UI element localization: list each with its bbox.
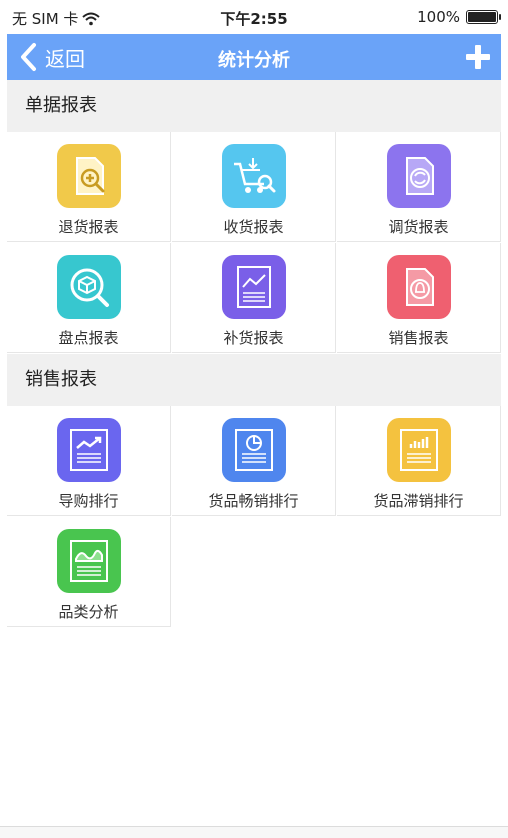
section-title: 销售报表 [25,369,97,390]
category-analysis-label: 品类分析 [58,603,119,621]
restock-report-icon [222,255,286,319]
guide-ranking-button[interactable]: 导购排行 [7,406,171,516]
receiving-report-label: 收货报表 [223,218,284,236]
slow-seller-ranking-button[interactable]: 货品滞销排行 [337,406,501,516]
receiving-report-icon [222,144,286,208]
slow-seller-ranking-label: 货品滞销排行 [373,492,464,510]
restock-report-button[interactable]: 补货报表 [172,243,336,353]
return-report-label: 退货报表 [58,218,119,236]
add-button[interactable] [465,44,491,70]
transfer-report-button[interactable]: 调货报表 [337,132,501,242]
sales-report-label: 销售报表 [388,329,449,347]
bottom-bar [0,827,508,838]
category-analysis-icon [57,529,121,593]
section-header-documents: 单据报表 [7,80,501,132]
sales-report-button[interactable]: 销售报表 [337,243,501,353]
battery-icon [466,10,501,24]
battery-percent: 100% [417,8,460,26]
page-title: 统计分析 [218,50,290,71]
bestseller-ranking-label: 货品畅销排行 [208,492,299,510]
bestseller-ranking-button[interactable]: 货品畅销排行 [172,406,336,516]
documents-report-grid: 退货报表 收货报表 调货报表 盘点报表 补货报表 销售报表 [7,132,501,353]
status-bar: 无 SIM 卡 下午2:55 100% [0,0,508,34]
return-report-icon [57,144,121,208]
restock-report-label: 补货报表 [223,329,284,347]
transfer-report-label: 调货报表 [388,218,449,236]
guide-ranking-label: 导购排行 [58,492,119,510]
guide-ranking-icon [57,418,121,482]
section-header-sales: 销售报表 [7,354,501,406]
status-battery: 100% [417,8,501,26]
sales-report-grid: 导购排行 货品畅销排行 货品滞销排行 品类分析 [7,406,501,628]
section-title: 单据报表 [25,95,97,116]
receiving-report-button[interactable]: 收货报表 [172,132,336,242]
transfer-report-icon [387,144,451,208]
category-analysis-button[interactable]: 品类分析 [7,517,171,627]
inventory-report-button[interactable]: 盘点报表 [7,243,171,353]
inventory-report-icon [57,255,121,319]
slow-seller-ranking-icon [387,418,451,482]
return-report-button[interactable]: 退货报表 [7,132,171,242]
bestseller-ranking-icon [222,418,286,482]
inventory-report-label: 盘点报表 [58,329,119,347]
nav-bar: 返回 统计分析 [7,34,501,80]
sales-report-icon [387,255,451,319]
